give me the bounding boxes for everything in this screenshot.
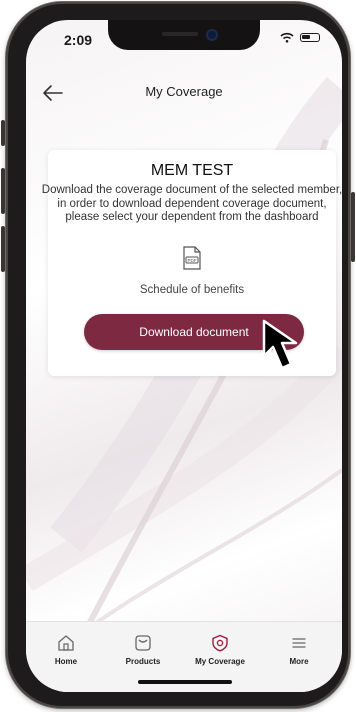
- page-title: My Coverage: [145, 84, 223, 99]
- side-button-volume-down: [1, 226, 5, 272]
- side-button-power: [351, 192, 355, 262]
- status-time: 2:09: [64, 32, 93, 48]
- tab-home[interactable]: Home: [31, 634, 101, 666]
- bottom-tab-bar: Home Products My Coverage More: [26, 621, 342, 692]
- tab-home-label: Home: [54, 657, 78, 666]
- earpiece-speaker: [162, 32, 198, 36]
- side-button-silent: [1, 120, 5, 146]
- tab-my-coverage[interactable]: My Coverage: [185, 634, 255, 666]
- mouse-pointer-icon: [262, 319, 298, 370]
- side-button-volume-up: [1, 168, 5, 214]
- tab-more-label: More: [289, 657, 309, 666]
- coverage-description: Download the coverage document of the se…: [41, 184, 342, 223]
- tab-products[interactable]: Products: [108, 634, 178, 666]
- products-icon: [135, 635, 151, 651]
- tab-products-label: Products: [125, 657, 161, 666]
- home-icon: [58, 635, 74, 651]
- front-camera: [208, 31, 216, 39]
- tab-more[interactable]: More: [264, 634, 334, 666]
- wifi-icon: [280, 32, 294, 43]
- shield-icon: [212, 634, 228, 652]
- member-name: MEM TEST: [150, 162, 234, 179]
- pdf-icon-text: PDF: [188, 258, 197, 263]
- camera-notch: [108, 20, 260, 50]
- document-label: Schedule of benefits: [139, 284, 245, 296]
- menu-icon: [292, 638, 306, 648]
- pdf-document-icon[interactable]: PDF: [182, 246, 202, 270]
- battery-icon: [300, 33, 320, 42]
- status-icons: [280, 32, 320, 43]
- home-indicator: [138, 680, 232, 684]
- tab-my-coverage-label: My Coverage: [195, 657, 245, 666]
